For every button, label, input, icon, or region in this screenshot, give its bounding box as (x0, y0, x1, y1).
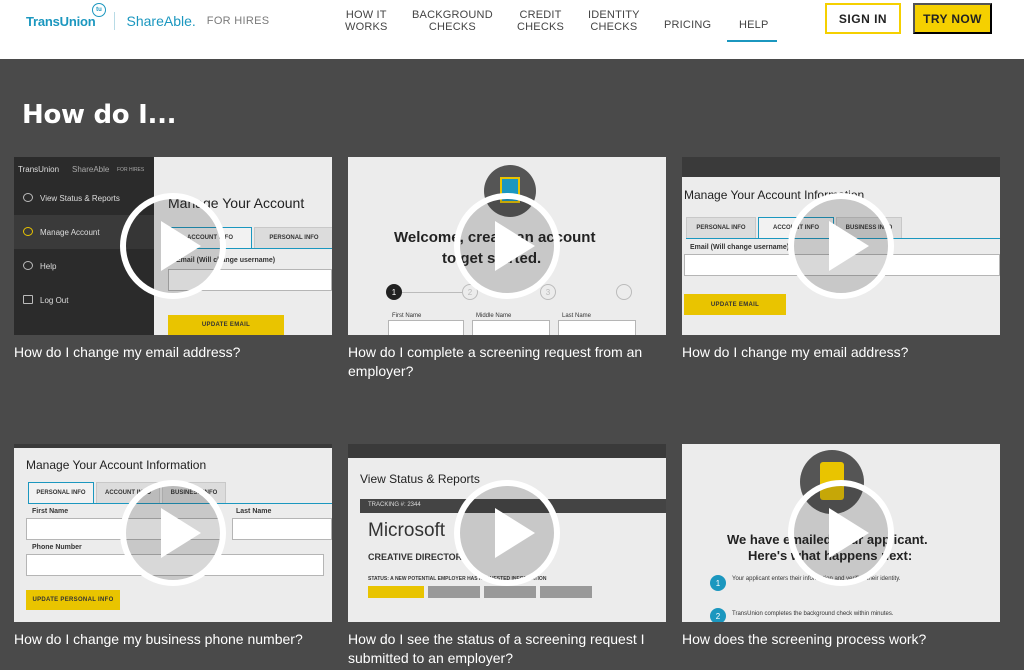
thumb-menu-label: Help (40, 261, 57, 271)
gear-icon (23, 227, 33, 236)
nav-identity-checks-line2: CHECKS (590, 21, 638, 33)
thumb-menu-item: Log Out (14, 283, 154, 317)
thumb-field-label: First Name (392, 313, 422, 319)
nav-pricing[interactable]: PRICING (664, 19, 711, 31)
thumb-step: 1 (386, 284, 402, 300)
video-thumbnail[interactable]: View Status & Reports TRACKING #: 2344 M… (348, 444, 666, 622)
thumb-progress-step (428, 586, 480, 598)
nav-credit-checks-line2: CHECKS (517, 21, 565, 33)
thumb-tab: PERSONAL INFO (686, 217, 756, 239)
video-caption[interactable]: How do I change my email address? (14, 343, 344, 362)
thumb-step-number: 1 (710, 575, 726, 591)
play-icon[interactable] (788, 193, 894, 299)
video-card-change-email-2[interactable]: Manage Your Account Information PERSONAL… (682, 157, 1000, 360)
video-caption[interactable]: How do I complete a screening request fr… (348, 343, 678, 381)
nav-help[interactable]: HELP (739, 19, 769, 31)
logout-icon (23, 295, 33, 304)
play-icon[interactable] (454, 480, 560, 586)
thumb-field (472, 320, 550, 335)
thumb-brand2: ShareAble (72, 165, 110, 174)
video-caption[interactable]: How do I change my email address? (682, 343, 1012, 362)
video-caption[interactable]: How do I see the status of a screening r… (348, 630, 678, 668)
logo-divider (113, 12, 115, 30)
nav-identity-checks-line1: IDENTITY (588, 9, 640, 21)
video-thumbnail[interactable]: Manage Your Account Information PERSONAL… (682, 157, 1000, 335)
video-thumbnail[interactable]: TransUnion ShareAble FOR HIRES View Stat… (14, 157, 332, 335)
brand-logo[interactable]: TransUnion tu ShareAble. FOR HIRES (26, 3, 270, 31)
transunion-badge-icon: tu (92, 3, 106, 17)
thumb-heading: View Status & Reports (360, 472, 480, 486)
video-caption[interactable]: How do I change my business phone number… (14, 630, 344, 649)
nav-active-indicator (727, 40, 777, 42)
thumb-update-button: UPDATE PERSONAL INFO (26, 590, 120, 610)
thumb-brand: TransUnion (18, 165, 60, 174)
nav-background-checks[interactable]: BACKGROUND CHECKS (412, 9, 493, 33)
play-icon[interactable] (454, 193, 560, 299)
thumb-step-text: TransUnion completes the background chec… (732, 611, 894, 617)
thumb-topbar (348, 444, 666, 458)
nav-background-checks-line1: BACKGROUND (412, 9, 493, 21)
thumb-topbar (682, 157, 1000, 177)
thumb-update-button: UPDATE EMAIL (168, 315, 284, 335)
video-card-complete-screening[interactable]: Welcome, create an account to get starte… (348, 157, 666, 379)
try-now-button[interactable]: TRY NOW (913, 3, 992, 34)
thumb-field-label: Email (Will change username) (690, 244, 790, 251)
thumb-brand3: FOR HIRES (117, 167, 145, 173)
thumb-progress-step (540, 586, 592, 598)
for-hires-label: FOR HIRES (206, 15, 270, 27)
thumb-heading: Manage Your Account Information (26, 458, 207, 472)
help-icon (23, 261, 33, 270)
video-caption[interactable]: How does the screening process work? (682, 630, 1012, 649)
thumb-progress-step (368, 586, 424, 598)
thumb-step: 3 (540, 284, 556, 300)
video-card-see-status[interactable]: View Status & Reports TRACKING #: 2344 M… (348, 444, 666, 666)
thumb-field-label: Middle Name (476, 313, 512, 319)
thumb-progress-step (484, 586, 536, 598)
video-card-change-phone[interactable]: Manage Your Account Information PERSONAL… (14, 444, 332, 647)
thumb-field-label: Last Name (562, 313, 592, 319)
nav-how-it-works[interactable]: HOW IT WORKS (345, 9, 388, 33)
video-thumbnail[interactable]: We have emailed your applicant. Here's w… (682, 444, 1000, 622)
thumb-field-label: Last Name (236, 508, 272, 515)
thumb-field (388, 320, 464, 335)
sign-in-button[interactable]: SIGN IN (825, 3, 901, 34)
thumb-menu-label: Manage Account (40, 227, 100, 237)
thumb-field (558, 320, 636, 335)
play-icon[interactable] (120, 193, 226, 299)
nav-credit-checks-line1: CREDIT (519, 9, 562, 21)
nav-credit-checks[interactable]: CREDIT CHECKS (517, 9, 564, 33)
thumb-update-button: UPDATE EMAIL (684, 294, 786, 315)
thumb-menu-label: Log Out (40, 295, 69, 305)
video-card-screening-process[interactable]: We have emailed your applicant. Here's w… (682, 444, 1000, 647)
nav-background-checks-line2: CHECKS (428, 21, 476, 33)
thumb-tab: PERSONAL INFO (254, 227, 332, 249)
nav-identity-checks[interactable]: IDENTITY CHECKS (588, 9, 640, 33)
thumb-field (232, 518, 332, 540)
shareable-wordmark: ShareAble. (126, 13, 196, 29)
thumb-company: Microsoft (368, 520, 446, 541)
video-card-change-email[interactable]: TransUnion ShareAble FOR HIRES View Stat… (14, 157, 332, 360)
site-header: TransUnion tu ShareAble. FOR HIRES HOW I… (0, 0, 1024, 59)
nav-how-it-works-line2: WORKS (345, 21, 388, 33)
video-thumbnail[interactable]: Manage Your Account Information PERSONAL… (14, 444, 332, 622)
thumb-step-line (402, 292, 462, 293)
transunion-wordmark: TransUnion (26, 13, 96, 29)
thumb-role: CREATIVE DIRECTOR (368, 552, 463, 562)
page-title: How do I... (22, 100, 177, 130)
thumb-topbar (14, 444, 332, 448)
check-icon (616, 284, 632, 300)
thumb-menu-label: View Status & Reports (40, 193, 120, 203)
thumb-tracking: TRACKING #: 2344 (368, 502, 421, 508)
thumb-field-label: First Name (32, 508, 69, 515)
eye-icon (23, 193, 33, 202)
thumb-tab: PERSONAL INFO (28, 482, 94, 504)
thumb-field-label: Phone Number (32, 544, 82, 551)
play-icon[interactable] (120, 480, 226, 586)
nav-how-it-works-line1: HOW IT (345, 9, 387, 21)
play-icon[interactable] (788, 480, 894, 586)
video-thumbnail[interactable]: Welcome, create an account to get starte… (348, 157, 666, 335)
thumb-step-number: 2 (710, 608, 726, 622)
